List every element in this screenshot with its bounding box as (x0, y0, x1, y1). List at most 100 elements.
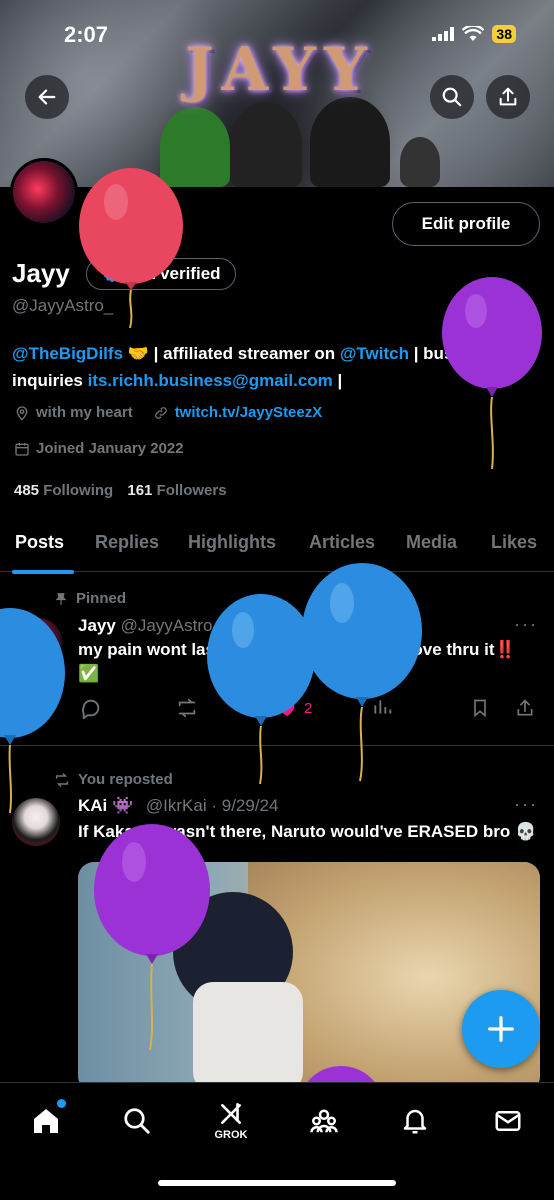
grok-icon (221, 1102, 241, 1124)
pin-icon (55, 592, 67, 605)
profile-tabs: Posts Replies Highlights Articles Media … (0, 520, 554, 572)
share-icon (517, 699, 533, 716)
active-tab-indicator (12, 570, 74, 574)
post-author-handle[interactable]: @JayyAstro_ (121, 616, 222, 635)
repost-icon (178, 698, 196, 718)
grok-label: GROK (214, 1129, 248, 1141)
verified-badge-icon (103, 265, 121, 283)
post-author-name[interactable]: KAi 👾 (78, 796, 133, 815)
post-header: Jayy @JayyAstro_ · 7/13/22 (78, 616, 294, 636)
followers-count: 161 (127, 482, 153, 499)
following-link[interactable]: 485 Following (14, 482, 113, 499)
like-count: 2 (304, 699, 313, 717)
edit-profile-button[interactable]: Edit profile (392, 202, 540, 246)
profile-handle: @JayyAstro_ (12, 296, 114, 315)
post-media-image[interactable] (78, 862, 540, 1092)
reposted-text: You reposted (78, 771, 173, 788)
status-time: 2:07 (64, 22, 109, 47)
bio-mention-thebigdilfs[interactable]: @TheBigDilfs (12, 344, 123, 363)
profile-location: with my heart (36, 404, 133, 421)
bookmark-button[interactable] (470, 697, 490, 719)
profile-avatar[interactable] (10, 158, 78, 226)
get-verified-button[interactable]: Get verified (86, 258, 236, 290)
nav-search[interactable] (117, 1101, 157, 1141)
bio-emoji: 🤝 (127, 344, 149, 363)
bio-text: | affiliated streamer on (148, 344, 340, 363)
tab-highlights[interactable]: Highlights (188, 532, 276, 553)
post-share-button[interactable] (515, 697, 535, 719)
share-button[interactable] (486, 75, 530, 119)
nav-home[interactable] (26, 1099, 66, 1141)
notification-dot (57, 1099, 66, 1108)
post-divider (0, 745, 554, 746)
tab-articles[interactable]: Articles (309, 532, 375, 553)
wifi-icon (462, 26, 485, 41)
post-author-handle[interactable]: @IkrKai (146, 796, 207, 815)
status-icons: 38 (432, 25, 516, 43)
profile-bio: @TheBigDilfs 🤝 | affiliated streamer on … (12, 340, 532, 394)
followers-label: Followers (156, 482, 227, 499)
post-date[interactable]: · 9/29/24 (211, 796, 278, 815)
post-header: KAi 👾 @IkrKai · 9/29/24 (78, 796, 278, 816)
banner-title: JAYY (185, 35, 375, 105)
home-icon (34, 1109, 58, 1133)
profile-name: Jayy (12, 258, 70, 288)
bio-email-link[interactable]: its.richh.business@gmail.com (88, 371, 333, 390)
nav-notifications[interactable] (395, 1101, 435, 1141)
home-indicator[interactable] (158, 1180, 396, 1186)
post-more-button[interactable]: ··· (514, 794, 538, 815)
profile-website-link[interactable]: twitch.tv/JayySteezX (175, 404, 323, 421)
banner-people-image (150, 95, 440, 187)
bio-text: | (332, 371, 343, 390)
bookmark-icon (474, 699, 486, 718)
following-label: Following (43, 482, 114, 499)
tab-media[interactable]: Media (406, 532, 457, 553)
plus-icon (488, 1016, 514, 1042)
profile-joined: Joined January 2022 (36, 440, 184, 457)
repost-button[interactable] (175, 697, 199, 719)
get-verified-label: Get verified (127, 264, 221, 283)
link-icon (154, 406, 167, 419)
like-button[interactable]: 2 (276, 697, 312, 719)
reply-icon (82, 699, 100, 719)
follow-stats: 485 Following 161 Followers (14, 482, 227, 499)
post-author-name[interactable]: Jayy (78, 616, 116, 635)
search-icon (124, 1108, 150, 1134)
post-more-button[interactable]: ··· (514, 614, 538, 635)
profile-joined-row: Joined January 2022 (14, 440, 184, 457)
tab-posts[interactable]: Posts (15, 532, 64, 553)
nav-communities[interactable] (304, 1101, 344, 1141)
following-count: 485 (14, 482, 40, 499)
compose-post-button[interactable] (462, 990, 540, 1068)
repost-icon (55, 772, 69, 787)
nav-grok[interactable]: GROK (211, 1101, 251, 1141)
views-button[interactable] (372, 697, 392, 717)
back-button[interactable] (25, 75, 69, 119)
followers-link[interactable]: 161 Followers (127, 482, 226, 499)
arrow-left-icon (38, 89, 56, 105)
post-text: If Kakashi wasn't there, Naruto would've… (78, 822, 537, 841)
post-author-avatar[interactable] (14, 618, 62, 666)
cellular-signal-icon (432, 27, 455, 41)
search-button[interactable] (430, 75, 474, 119)
bell-icon (403, 1109, 427, 1134)
profile-meta-row: with my heart twitch.tv/JayySteezX (14, 404, 322, 421)
battery-indicator: 38 (492, 25, 516, 43)
tab-replies[interactable]: Replies (95, 532, 159, 553)
reposted-label: You reposted (54, 771, 173, 788)
pinned-text: Pinned (76, 590, 127, 607)
heart-icon (279, 701, 295, 717)
views-icon (374, 700, 392, 714)
location-icon (16, 405, 28, 421)
communities-icon (310, 1109, 338, 1133)
reply-button[interactable] (80, 697, 102, 719)
post-author-avatar[interactable] (12, 798, 60, 846)
post-date[interactable]: · 7/13/22 (227, 616, 294, 635)
bio-mention-twitch[interactable]: @Twitch (340, 344, 409, 363)
nav-messages[interactable] (488, 1101, 528, 1141)
pinned-label: Pinned (54, 590, 126, 607)
tab-likes[interactable]: Likes (491, 532, 537, 553)
post-text: my pain wont last forever but ik how to … (78, 640, 516, 683)
share-icon (499, 87, 517, 106)
calendar-icon (15, 442, 29, 456)
